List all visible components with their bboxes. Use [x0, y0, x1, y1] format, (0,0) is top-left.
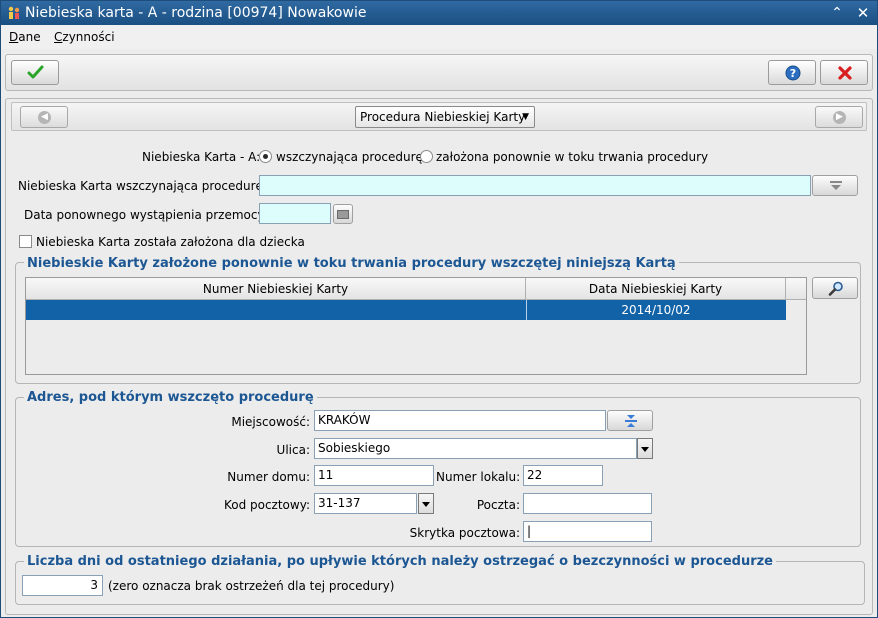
initiating-card-field[interactable]: [259, 175, 811, 196]
street-field[interactable]: Sobieskiego: [314, 438, 637, 459]
po-box-field[interactable]: |: [523, 521, 652, 542]
calendar-button[interactable]: [333, 204, 353, 224]
application-window: Niebieska karta - A - rodzina [00974] No…: [0, 0, 878, 618]
postal-code-label: Kod pocztowy:: [223, 498, 310, 512]
inactivity-group-title: Liczba dni od ostatniego działania, po u…: [24, 554, 776, 569]
table-row[interactable]: 2014/10/02: [26, 300, 786, 320]
expand-updown-icon: [625, 415, 637, 427]
city-label: Miejscowość:: [231, 415, 310, 429]
table-cell-date: 2014/10/02: [621, 303, 691, 317]
app-icon: [8, 6, 20, 19]
select-city-button[interactable]: [607, 410, 653, 431]
expand-down-icon: [830, 181, 842, 190]
reoccurrence-date-label: Data ponownego wystąpienia przemocy:: [24, 208, 268, 222]
child-card-checkbox[interactable]: [19, 235, 32, 248]
column-header-date[interactable]: Data Niebieskiej Karty: [526, 278, 786, 300]
search-icon: [828, 281, 843, 296]
help-icon: ?: [785, 65, 801, 81]
menu-bar: Dane Czynności: [1, 25, 877, 49]
arrow-right-icon: ▶: [833, 111, 846, 124]
navigation-bar: ◀ Procedura Niebieskiej Karty ▼ ▶: [11, 102, 867, 131]
column-header-filler: [786, 278, 806, 300]
window-title: Niebieska karta - A - rodzina [00974] No…: [25, 5, 367, 21]
arrow-left-icon: ◀: [38, 111, 51, 124]
apartment-number-label: Numer lokalu:: [436, 470, 521, 484]
menu-dane[interactable]: Dane: [9, 30, 41, 44]
toolbar: ?: [5, 54, 873, 91]
city-field[interactable]: KRAKÓW: [314, 410, 606, 431]
column-header-number[interactable]: Numer Niebieskiej Karty: [26, 278, 526, 300]
cards-table: Numer Niebieskiej Karty Data Niebieskiej…: [25, 277, 807, 375]
previous-button[interactable]: ◀: [20, 106, 68, 128]
initiating-card-label: Niebieska Karta wszczynająca procedurę:: [18, 179, 267, 193]
radio-reopened[interactable]: [420, 150, 433, 163]
procedure-dropdown[interactable]: Procedura Niebieskiej Karty ▼: [355, 106, 535, 128]
street-dropdown-arrow[interactable]: [637, 438, 653, 459]
house-number-label: Numer domu:: [227, 470, 310, 484]
help-button[interactable]: ?: [768, 60, 816, 85]
x-icon: [838, 66, 852, 80]
apartment-number-field[interactable]: 22: [523, 465, 603, 486]
address-group-title: Adres, pod którym wszczęto procedurę: [24, 390, 317, 405]
chevron-down-icon: ▼: [522, 112, 529, 122]
ok-button[interactable]: [11, 60, 59, 85]
radio-initiating[interactable]: [259, 150, 272, 163]
close-window-button[interactable]: ✕: [853, 4, 873, 22]
radio-reopened-label[interactable]: założona ponownie w toku trwania procedu…: [436, 150, 708, 164]
main-panel: ◀ Procedura Niebieskiej Karty ▼ ▶ Niebie…: [5, 98, 873, 615]
checkmark-icon: [27, 65, 44, 79]
title-bar[interactable]: Niebieska karta - A - rodzina [00974] No…: [1, 1, 877, 25]
child-card-label[interactable]: Niebieska Karta została założona dla dzi…: [36, 235, 305, 249]
table-cell-number: [26, 300, 526, 320]
cancel-button[interactable]: [820, 60, 868, 85]
calendar-icon: [337, 210, 349, 219]
postal-code-field[interactable]: 31-137: [314, 493, 417, 514]
po-box-label: Skrytka pocztowa:: [409, 526, 520, 540]
select-card-button[interactable]: [812, 175, 858, 196]
search-cards-button[interactable]: [812, 277, 858, 299]
card-type-label: Niebieska Karta - A:: [142, 150, 261, 164]
street-label: Ulica:: [276, 443, 310, 457]
radio-initiating-label[interactable]: wszczynająca procedurę: [276, 150, 423, 164]
house-number-field[interactable]: 11: [314, 465, 434, 486]
post-office-field[interactable]: [523, 493, 652, 514]
post-office-label: Poczta:: [476, 498, 520, 512]
postal-code-dropdown-arrow[interactable]: [418, 493, 434, 514]
svg-text:?: ?: [790, 67, 796, 80]
collapse-button[interactable]: ⌃: [827, 4, 847, 22]
menu-czynnosci[interactable]: Czynności: [54, 30, 115, 44]
inactivity-hint: (zero oznacza brak ostrzeżeń dla tej pro…: [108, 579, 395, 593]
next-button[interactable]: ▶: [815, 106, 863, 128]
cards-group-title: Niebieskie Karty założone ponownie w tok…: [24, 256, 679, 271]
inactivity-days-field[interactable]: 3: [22, 575, 103, 596]
reoccurrence-date-field[interactable]: [259, 203, 331, 224]
